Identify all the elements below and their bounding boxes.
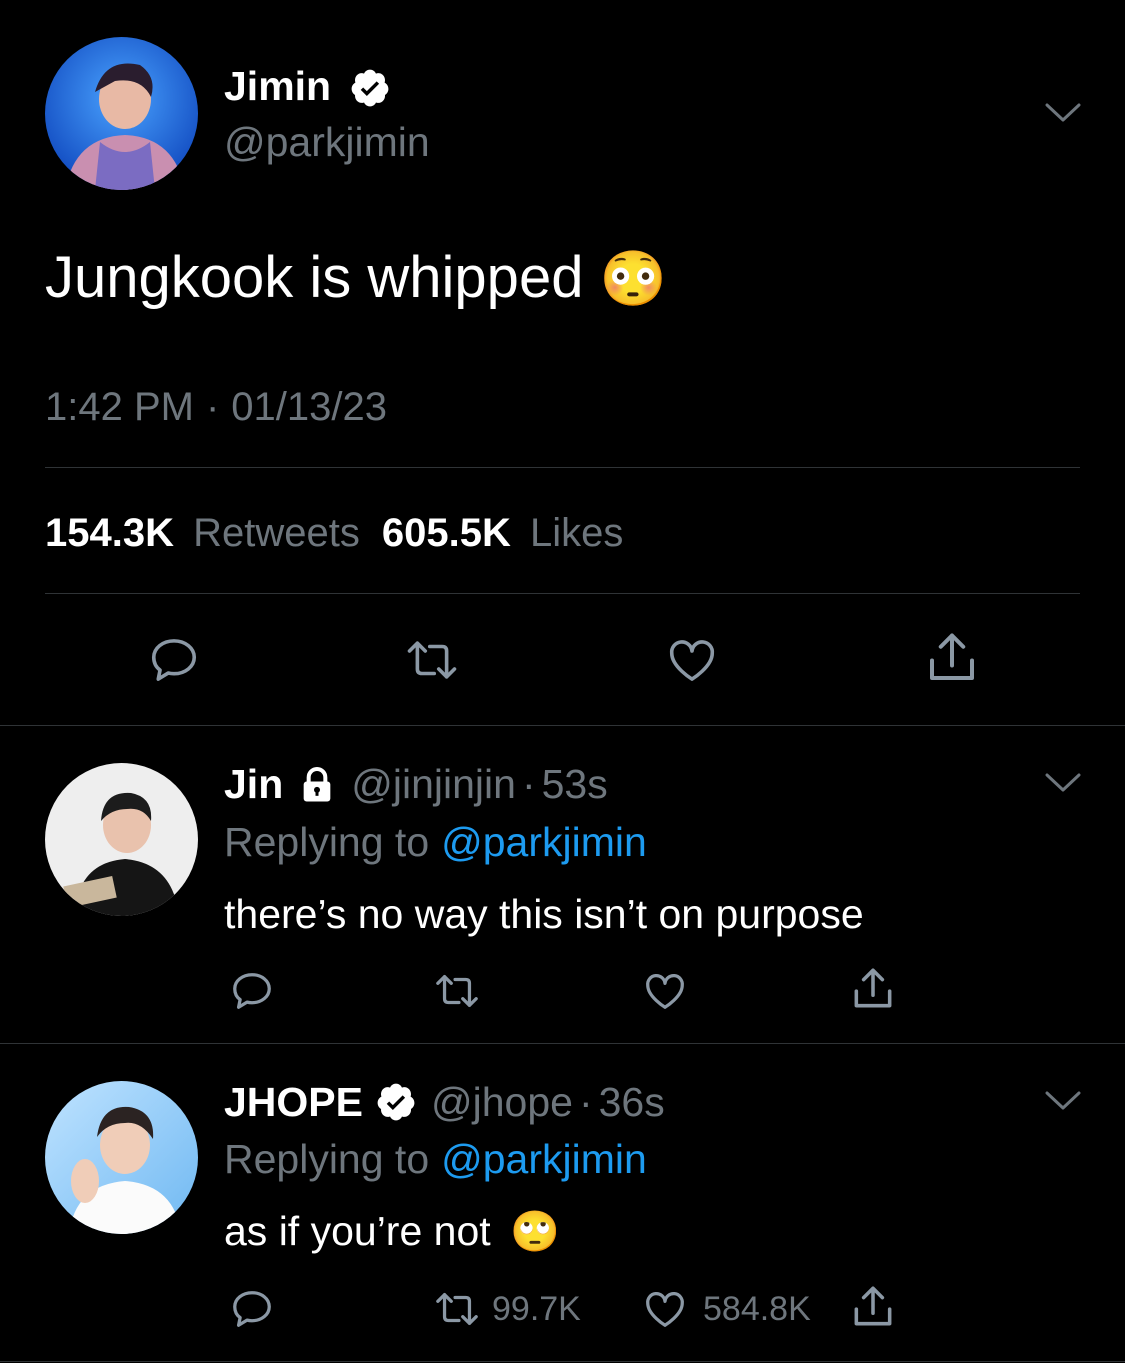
like-heart-icon[interactable] (664, 633, 720, 687)
reply-text: there’s no way this isn’t on purpose (224, 890, 864, 938)
retweet-icon (428, 1286, 486, 1332)
reply-display-name[interactable]: Jin (224, 760, 283, 808)
main-tweet-text: Jungkook is whipped 😳 (45, 244, 667, 313)
verified-badge-icon (349, 67, 391, 114)
divider (45, 593, 1080, 594)
share-icon[interactable] (922, 628, 982, 688)
reply-handle[interactable]: @jinjinjin (351, 760, 516, 808)
retweet-count: 99.7K (492, 1289, 581, 1328)
main-display-name-text: Jimin (224, 63, 332, 109)
lock-icon (297, 764, 337, 804)
main-time-separator: · (205, 385, 220, 429)
main-display-name[interactable]: Jimin (224, 62, 331, 110)
main-timestamp[interactable]: 1:42 PM · 01/13/23 (45, 383, 387, 431)
divider (0, 725, 1125, 726)
replying-to: Replying to @parkjimin (224, 1135, 647, 1183)
reply-separator: · (578, 1079, 593, 1125)
main-date: 01/13/23 (231, 385, 387, 429)
main-handle[interactable]: @parkjimin (224, 118, 430, 166)
reply-chevron-down-icon[interactable] (1045, 1090, 1081, 1112)
like-heart-icon (641, 1286, 689, 1332)
reply-text-body: as if you’re not (224, 1208, 491, 1254)
replying-to: Replying to @parkjimin (224, 818, 647, 866)
reply-age[interactable]: 53s (542, 760, 608, 808)
reply-avatar[interactable] (45, 763, 198, 916)
replying-to-handle[interactable]: @parkjimin (441, 1135, 647, 1183)
retweet-icon[interactable] (398, 633, 466, 687)
like-count: 584.8K (703, 1289, 811, 1328)
main-avatar[interactable] (45, 37, 198, 190)
retweets-count: 154.3K (45, 511, 174, 555)
reply-avatar[interactable] (45, 1081, 198, 1234)
reply-icon[interactable] (229, 968, 275, 1014)
retweets-stat[interactable]: 154.3K Retweets (45, 509, 360, 557)
retweet-action[interactable]: 99.7K (428, 1286, 581, 1332)
reply-text-body: there’s no way this isn’t on purpose (224, 891, 864, 937)
divider (45, 467, 1080, 468)
retweets-label: Retweets (193, 511, 360, 555)
replying-to-label: Replying to (224, 1136, 430, 1182)
main-stats: 154.3K Retweets 605.5K Likes (45, 509, 623, 557)
reply-age[interactable]: 36s (599, 1078, 665, 1126)
likes-count: 605.5K (381, 511, 511, 555)
replying-to-handle[interactable]: @parkjimin (441, 818, 647, 866)
like-action[interactable]: 584.8K (641, 1286, 811, 1332)
reply-icon[interactable] (229, 1286, 275, 1332)
eye-roll-emoji: 🙄 (510, 1210, 560, 1254)
likes-stat[interactable]: 605.5K Likes (382, 509, 624, 557)
flushed-face-emoji: 😳 (599, 249, 667, 309)
share-icon[interactable] (848, 1282, 898, 1332)
divider (0, 1361, 1125, 1362)
reply-separator: · (521, 761, 536, 807)
reply-text: as if you’re not 🙄 (224, 1207, 560, 1256)
divider (0, 1043, 1125, 1044)
retweet-icon[interactable] (428, 968, 486, 1014)
share-icon[interactable] (848, 964, 898, 1014)
replying-to-label: Replying to (224, 819, 430, 865)
main-time: 1:42 PM (45, 385, 194, 429)
reply-header: JHOPE @jhope · 36s (224, 1078, 665, 1126)
main-handle-text: @parkjimin (224, 119, 430, 165)
reply-icon[interactable] (147, 633, 201, 687)
main-chevron-down-icon[interactable] (1045, 102, 1081, 124)
reply-chevron-down-icon[interactable] (1045, 772, 1081, 794)
like-heart-icon[interactable] (641, 968, 689, 1014)
reply-display-name[interactable]: JHOPE (224, 1078, 363, 1126)
verified-badge-icon (375, 1081, 417, 1123)
likes-label: Likes (529, 511, 624, 555)
main-tweet-text-body: Jungkook is whipped (45, 245, 584, 310)
reply-handle[interactable]: @jhope (431, 1078, 573, 1126)
reply-header: Jin @jinjinjin · 53s (224, 760, 608, 808)
